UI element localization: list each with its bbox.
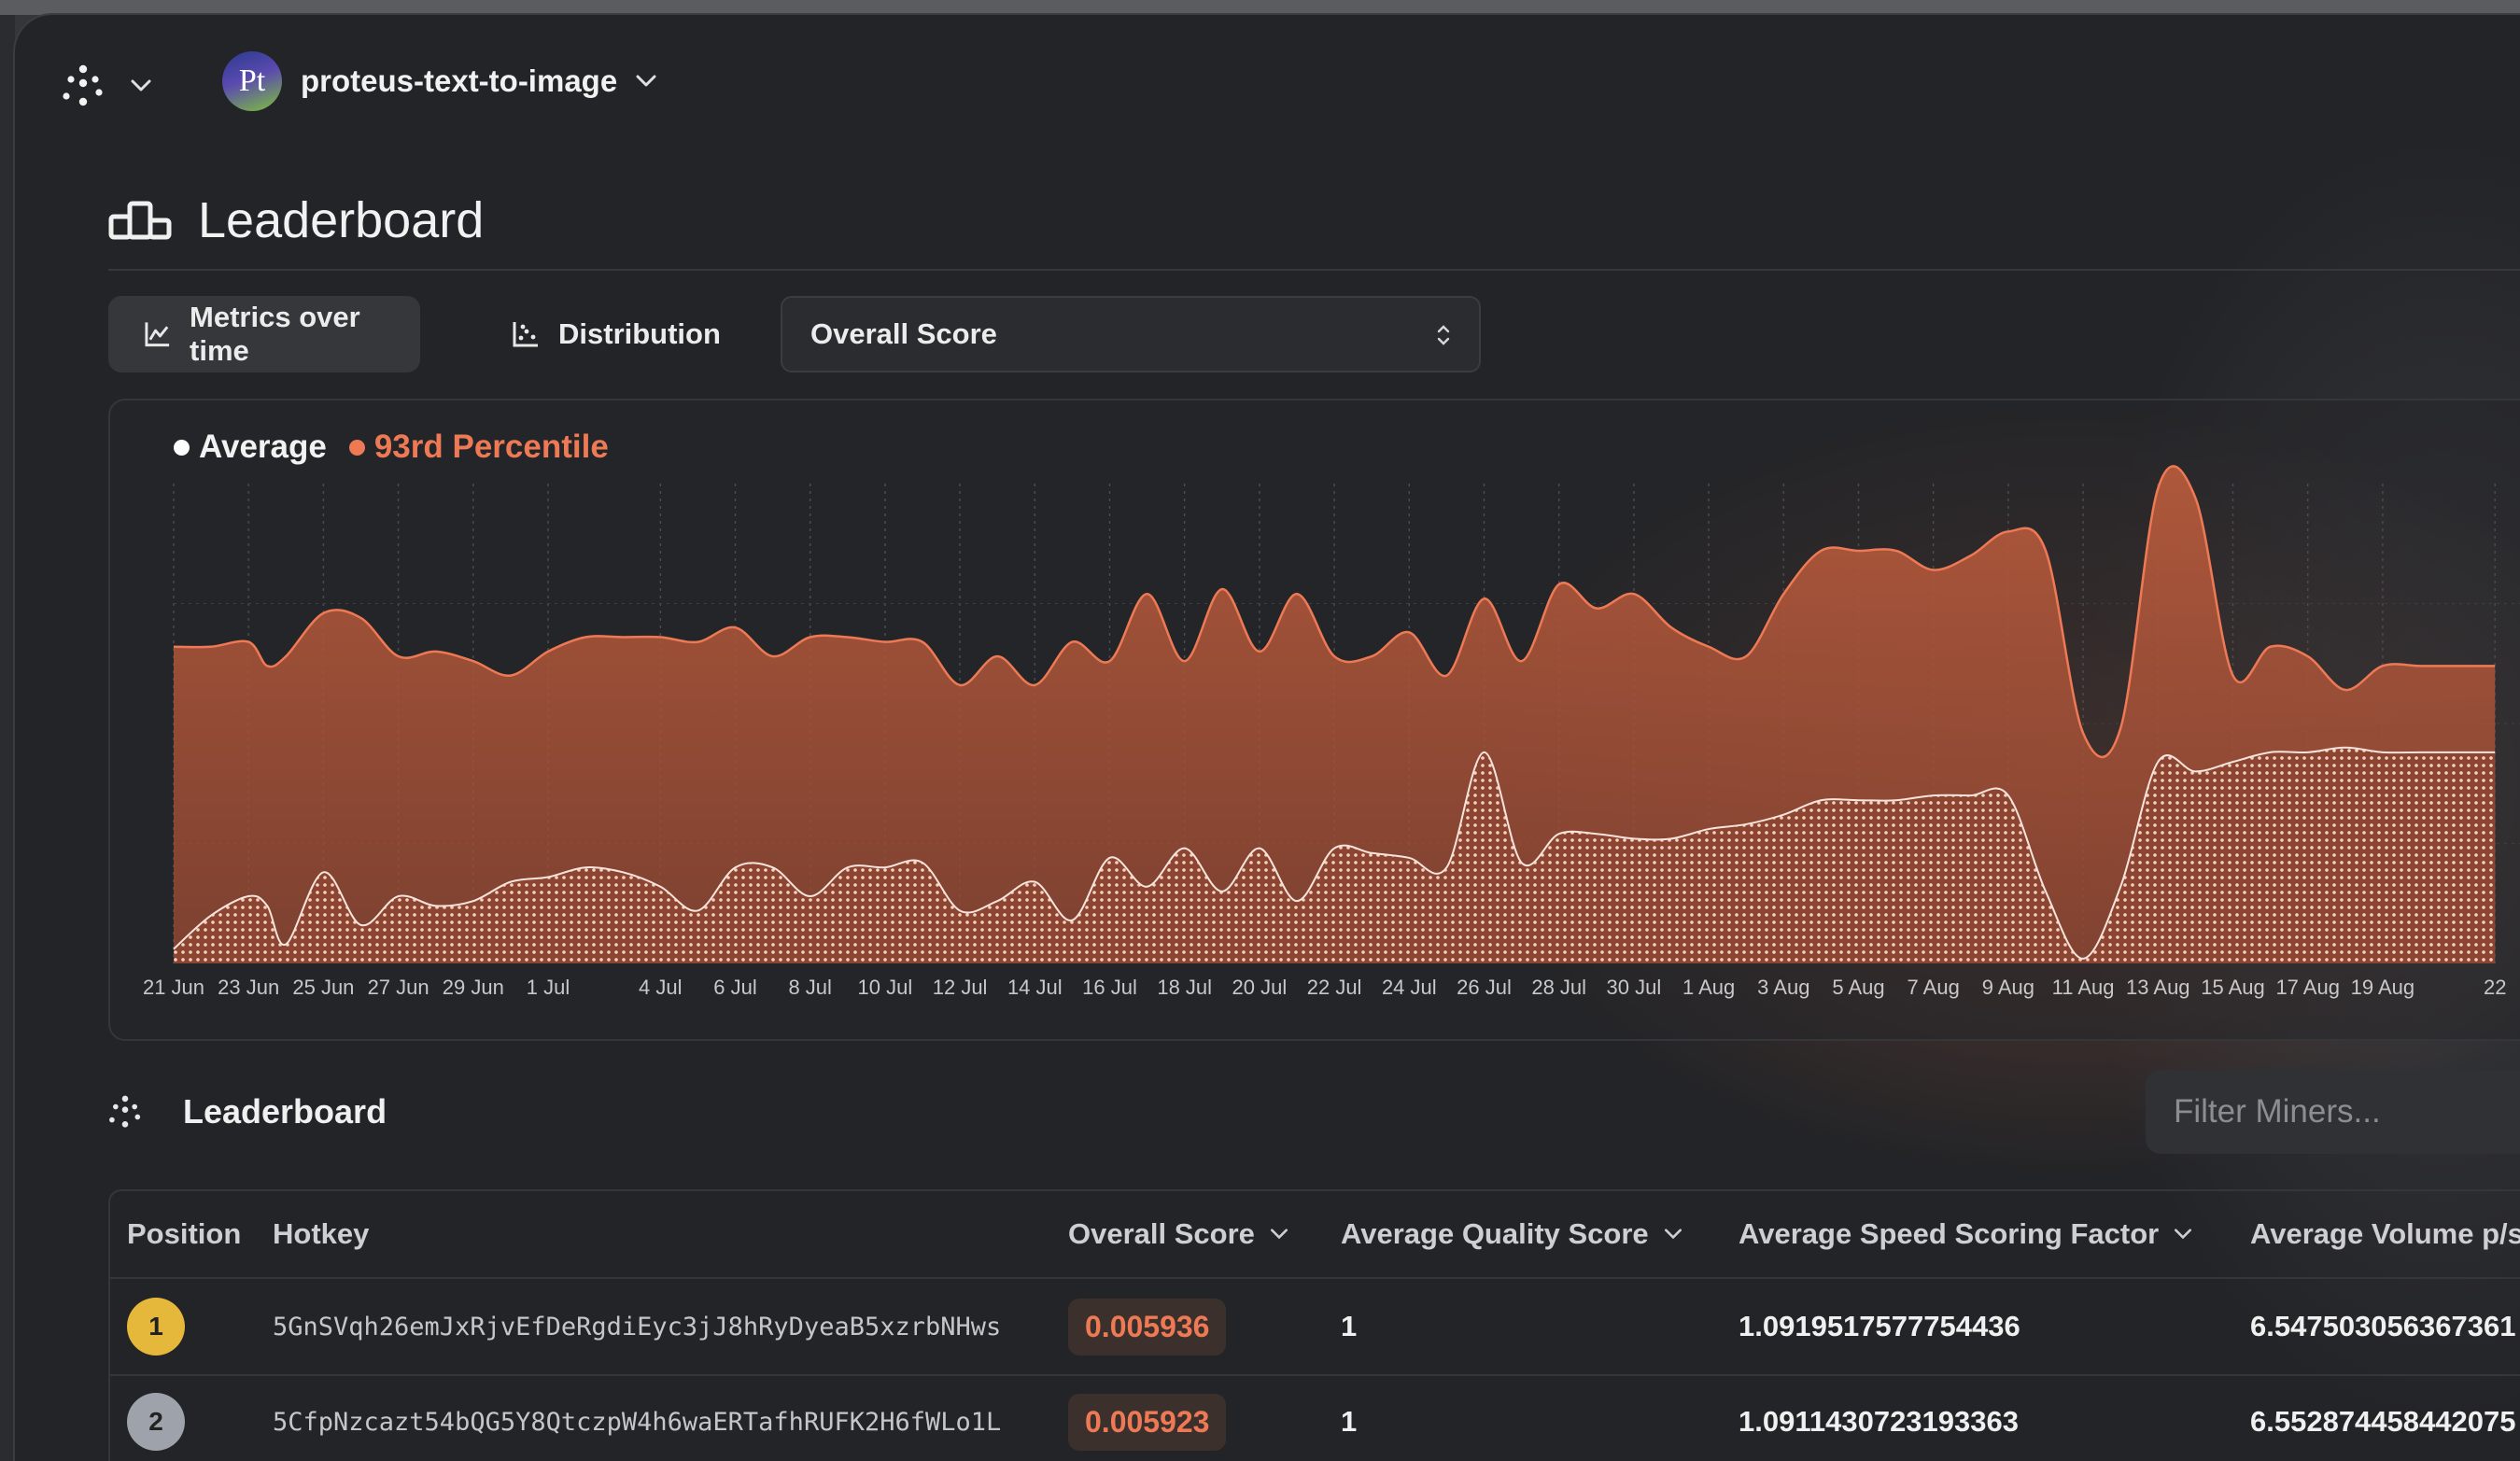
x-tick-label: 10 Jul — [858, 976, 913, 999]
chevron-down-icon — [2175, 1229, 2192, 1240]
rank-badge: 2 — [127, 1393, 185, 1451]
hotkey-cell: 5CfpNzcazt54bQG5Y8QtczpW4h6waERTafhRUFK2… — [273, 1407, 1002, 1437]
window-left-strip — [0, 15, 15, 1461]
dots-logo-icon — [109, 1095, 141, 1128]
window-top-strip — [0, 0, 2520, 15]
position-cell: 2 — [127, 1374, 185, 1461]
x-tick-label: 5 Aug — [1832, 976, 1884, 999]
x-tick-label: 17 Aug — [2275, 976, 2340, 999]
overall-score-cell: 0.005936 — [1068, 1279, 1227, 1374]
overall-score-badge: 0.005936 — [1068, 1298, 1227, 1356]
leaderboard-title: Leaderboard — [183, 1092, 387, 1131]
metrics-chart: 21 Jun 23 Jun 25 Jun 27 Jun 29 Jun 1 Jul 4 Jul… — [143, 465, 2520, 999]
volume-cell: 6.552874458442075 — [2250, 1405, 2516, 1438]
x-tick-label: 4 Jul — [639, 976, 682, 999]
x-tick-label: 12 Jul — [933, 976, 988, 999]
x-tick-label: 8 Jul — [788, 976, 831, 999]
app-window: Pt proteus-text-to-image Leaderboard Met… — [15, 15, 2520, 1461]
speed-factor-cell: 1.0919517577754436 — [1739, 1310, 2020, 1342]
table-row[interactable]: 2 5CfpNzcazt54bQG5Y8QtczpW4h6waERTafhRUF… — [110, 1374, 2520, 1461]
x-tick-label: 29 Jun — [443, 976, 504, 999]
x-tick-label: 11 Aug — [2052, 976, 2115, 999]
table-row[interactable]: 1 5GnSVqh26emJxRjvEfDeRgdiEyc3jJ8hRyDyea… — [110, 1279, 2520, 1376]
x-tick-label: 1 Jul — [527, 976, 570, 999]
x-tick-label: 9 Aug — [1982, 976, 2034, 999]
overall-score-badge: 0.005923 — [1068, 1393, 1227, 1451]
x-tick-label: 18 Jul — [1157, 976, 1212, 999]
x-tick-label: 23 Jun — [218, 976, 279, 999]
x-tick-label: 6 Jul — [713, 976, 756, 999]
volume-cell: 6.547503056367361 — [2250, 1310, 2516, 1342]
column-header-average-volume[interactable]: Average Volume p/s — [2250, 1191, 2520, 1277]
x-tick-label: 30 Jul — [1607, 976, 1662, 999]
x-tick-label: 22 Jul — [1307, 976, 1362, 999]
rank-badge: 1 — [127, 1298, 185, 1356]
x-tick-label: 3 Aug — [1757, 976, 1809, 999]
column-header-position: Position — [127, 1217, 242, 1250]
column-header-overall-score[interactable]: Overall Score — [1068, 1191, 1288, 1277]
table-header-row: Position Hotkey Overall Score Average Qu… — [110, 1191, 2520, 1279]
quality-score-cell: 1 — [1341, 1405, 1358, 1438]
x-tick-label: 22 — [2484, 976, 2506, 999]
x-tick-label: 20 Jul — [1232, 976, 1288, 999]
leaderboard-table: Position Hotkey Overall Score Average Qu… — [108, 1189, 2520, 1461]
overall-score-cell: 0.005923 — [1068, 1374, 1227, 1461]
x-tick-label: 28 Jul — [1531, 976, 1586, 999]
column-header-average-speed-scoring-factor[interactable]: Average Speed Scoring Factor — [1739, 1191, 2192, 1277]
chevron-down-icon — [1664, 1229, 1682, 1240]
speed-factor-cell: 1.0911430723193363 — [1739, 1405, 2019, 1438]
x-tick-label: 21 Jun — [143, 976, 204, 999]
x-tick-label: 15 Aug — [2201, 976, 2265, 999]
hotkey-cell: 5GnSVqh26emJxRjvEfDeRgdiEyc3jJ8hRyDyeaB5… — [273, 1312, 1002, 1342]
quality-score-cell: 1 — [1341, 1310, 1358, 1342]
chevron-down-icon — [1270, 1229, 1288, 1240]
x-tick-label: 1 Aug — [1682, 976, 1735, 999]
x-tick-label: 25 Jun — [292, 976, 354, 999]
x-tick-label: 24 Jul — [1382, 976, 1437, 999]
column-header-hotkey: Hotkey — [273, 1217, 370, 1250]
leaderboard-header: Leaderboard — [108, 1082, 387, 1142]
position-cell: 1 — [127, 1279, 185, 1374]
x-tick-label: 27 Jun — [368, 976, 429, 999]
x-tick-label: 7 Aug — [1908, 976, 1960, 999]
x-tick-label: 19 Aug — [2351, 976, 2415, 999]
x-tick-label: 13 Aug — [2126, 976, 2190, 999]
x-tick-label: 14 Jul — [1007, 976, 1063, 999]
x-tick-label: 26 Jul — [1457, 976, 1512, 999]
x-tick-label: 16 Jul — [1082, 976, 1137, 999]
filter-miners-input[interactable] — [2146, 1070, 2520, 1154]
column-header-average-quality-score[interactable]: Average Quality Score — [1341, 1191, 1682, 1277]
